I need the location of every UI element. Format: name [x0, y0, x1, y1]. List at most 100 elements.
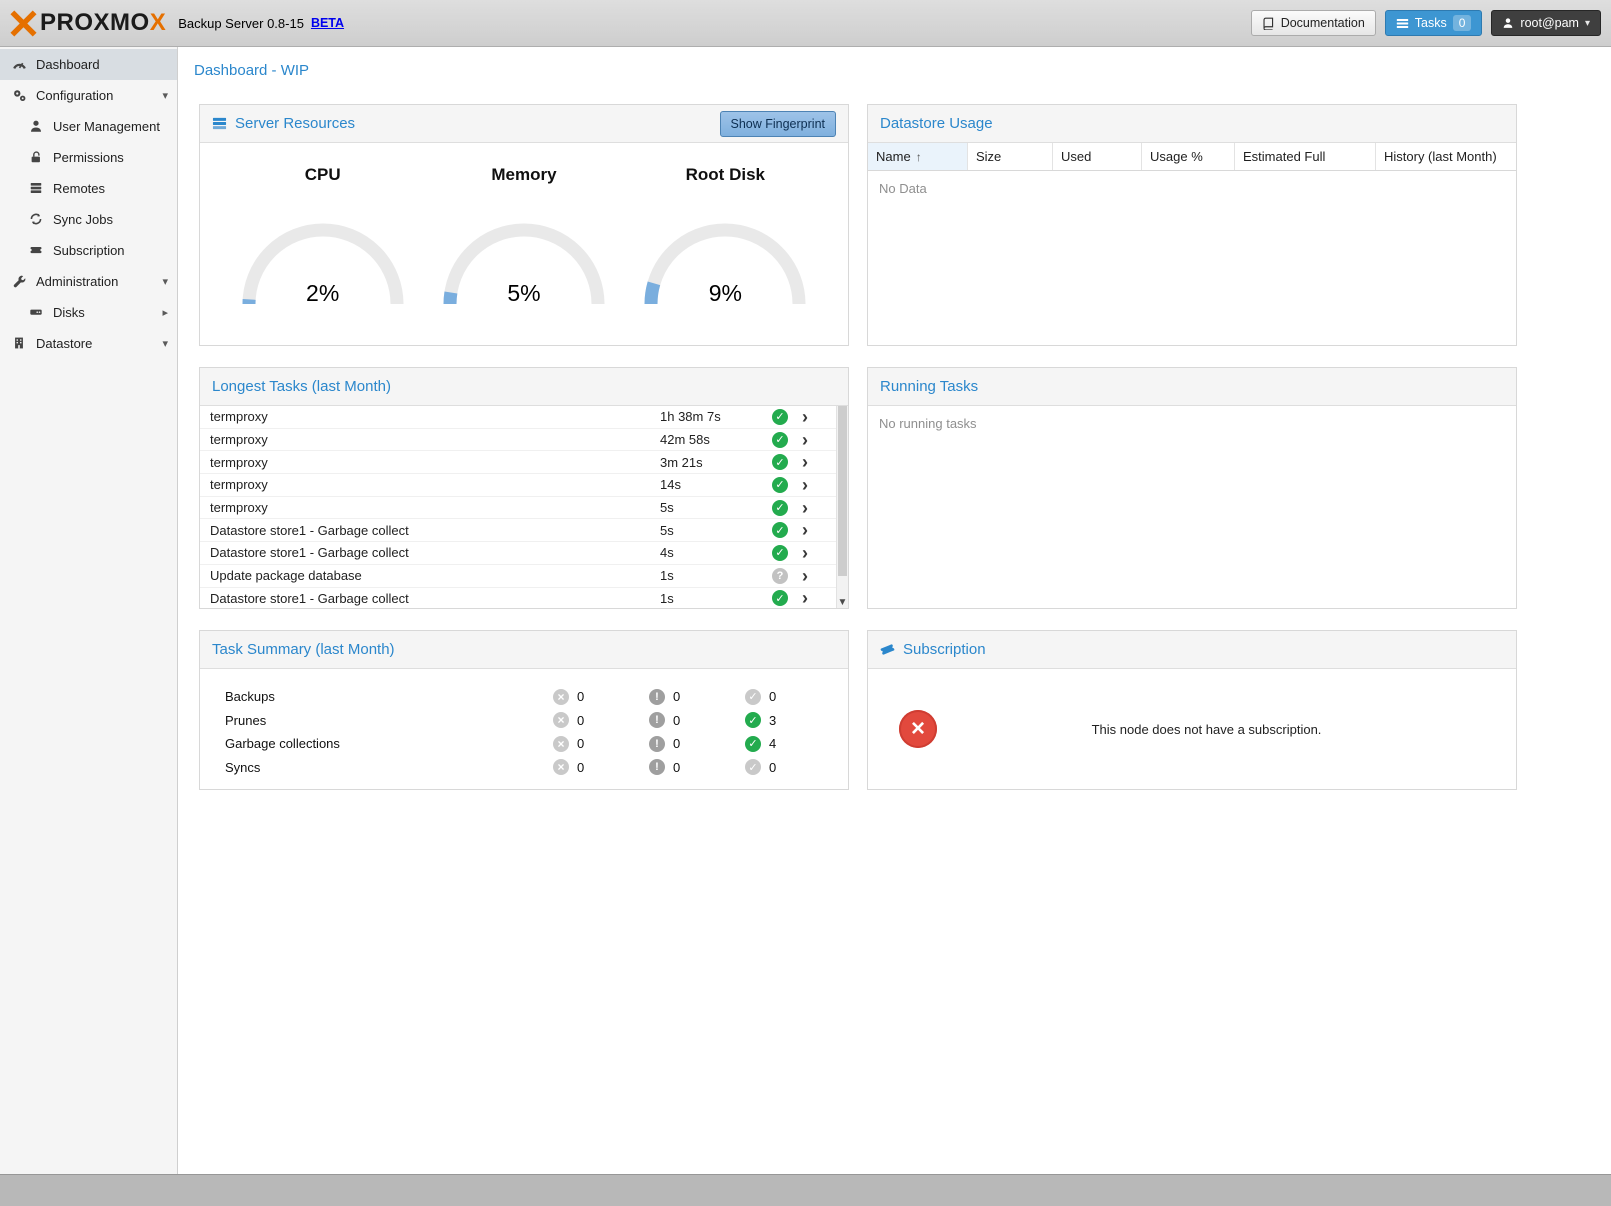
- dashboard-icon: [12, 57, 27, 72]
- status-unknown-icon: [772, 568, 788, 584]
- chevron-right-icon[interactable]: ›: [802, 476, 836, 494]
- task-summary-body: Backups 0 0 0 Prunes 0 0 3 Garbage c: [200, 669, 848, 779]
- server-resources-panel: Server Resources Show Fingerprint CPU: [199, 104, 849, 346]
- sidebar-item-administration[interactable]: Administration ▾: [0, 266, 177, 297]
- sidebar-item-sync-jobs[interactable]: Sync Jobs: [0, 204, 177, 235]
- task-row[interactable]: Datastore store1 - Garbage collect 1s ›: [200, 588, 836, 609]
- longest-tasks-body: termproxy 1h 38m 7s › termproxy 42m 58s …: [200, 406, 848, 608]
- column-header-used[interactable]: Used: [1053, 143, 1142, 170]
- building-icon: [12, 336, 27, 351]
- sidebar-item-subscription[interactable]: Subscription: [0, 235, 177, 266]
- subscription-panel: Subscription × This node does not have a…: [867, 630, 1517, 790]
- longest-tasks-header: Longest Tasks (last Month): [200, 368, 848, 406]
- warning-count-icon: [649, 712, 665, 728]
- status-ok-icon: [772, 454, 788, 470]
- sidebar-item-permissions[interactable]: Permissions: [0, 142, 177, 173]
- task-row[interactable]: Datastore store1 - Garbage collect 4s ›: [200, 542, 836, 565]
- column-header-usage-pct[interactable]: Usage %: [1142, 143, 1235, 170]
- subscription-body: × This node does not have a subscription…: [868, 669, 1516, 789]
- chevron-right-icon[interactable]: ›: [802, 544, 836, 562]
- longest-tasks-panel: Longest Tasks (last Month) termproxy 1h …: [199, 367, 849, 609]
- summary-row-prunes: Prunes 0 0 3: [225, 709, 848, 733]
- chevron-right-icon[interactable]: ›: [802, 589, 836, 607]
- sidebar-item-user-management[interactable]: User Management: [0, 111, 177, 142]
- column-header-name[interactable]: Name ↑: [868, 143, 968, 170]
- sidebar-item-remotes[interactable]: Remotes: [0, 173, 177, 204]
- error-count-icon: [553, 736, 569, 752]
- task-summary-panel: Task Summary (last Month) Backups 0 0 0 …: [199, 630, 849, 790]
- dashboard-grid: Server Resources Show Fingerprint CPU: [178, 90, 1611, 790]
- scrollbar-down-arrow[interactable]: ▼: [837, 597, 848, 608]
- main-content: Dashboard - WIP Server Resources: [178, 47, 1611, 1174]
- user-menu-button[interactable]: root@pam ▾: [1491, 10, 1601, 36]
- wrench-icon: [12, 274, 27, 289]
- documentation-button[interactable]: Documentation: [1251, 10, 1376, 36]
- summary-row-syncs: Syncs 0 0 0: [225, 756, 848, 780]
- status-ok-icon: [772, 477, 788, 493]
- no-subscription-icon: ×: [899, 710, 937, 748]
- scrollbar[interactable]: ▼: [836, 406, 848, 608]
- sidebar-item-disks[interactable]: Disks ▸: [0, 297, 177, 328]
- sidebar: Dashboard Configuration ▾: [0, 47, 178, 1174]
- subscription-message: This node does not have a subscription.: [937, 722, 1516, 737]
- error-count-icon: [553, 759, 569, 775]
- chevron-down-icon: ▾: [1585, 18, 1590, 29]
- task-row[interactable]: Update package database 1s ›: [200, 565, 836, 588]
- status-ok-icon: [772, 500, 788, 516]
- chevron-right-icon[interactable]: ›: [802, 408, 836, 426]
- server-resources-icon: [212, 116, 227, 131]
- task-row[interactable]: termproxy 1h 38m 7s ›: [200, 406, 836, 429]
- status-ok-icon: [772, 522, 788, 538]
- gauges-row: CPU 2% Memory: [200, 143, 848, 345]
- chevron-right-icon[interactable]: ›: [802, 431, 836, 449]
- server-resources-header: Server Resources Show Fingerprint: [200, 105, 848, 143]
- datastore-empty-text: No Data: [868, 171, 1516, 206]
- chevron-right-icon[interactable]: ›: [802, 567, 836, 585]
- sidebar-item-dashboard[interactable]: Dashboard: [0, 49, 177, 80]
- sort-ascending-icon: ↑: [916, 150, 922, 164]
- subscription-ticket-icon: [880, 642, 895, 657]
- chevron-down-icon[interactable]: ▾: [162, 275, 168, 288]
- column-header-size[interactable]: Size: [968, 143, 1053, 170]
- task-row[interactable]: termproxy 5s ›: [200, 497, 836, 520]
- show-fingerprint-button[interactable]: Show Fingerprint: [720, 111, 837, 137]
- summary-row-backups: Backups 0 0 0: [225, 685, 848, 709]
- column-header-estimated-full[interactable]: Estimated Full: [1235, 143, 1376, 170]
- brand-wordmark: PROXMOX: [40, 9, 166, 37]
- ok-count-icon: [745, 712, 761, 728]
- beta-link[interactable]: BETA: [311, 16, 344, 30]
- warning-count-icon: [649, 759, 665, 775]
- running-tasks-header: Running Tasks: [868, 368, 1516, 406]
- task-row[interactable]: termproxy 14s ›: [200, 474, 836, 497]
- hdd-icon: [29, 305, 44, 320]
- chevron-right-icon[interactable]: ›: [802, 521, 836, 539]
- chevron-right-icon[interactable]: ▸: [162, 306, 168, 319]
- task-row[interactable]: Datastore store1 - Garbage collect 5s ›: [200, 519, 836, 542]
- memory-gauge-value: 5%: [434, 280, 614, 307]
- datastore-usage-panel: Datastore Usage Name ↑ Size Used Usage %…: [867, 104, 1517, 346]
- chevron-right-icon[interactable]: ›: [802, 499, 836, 517]
- user-icon: [1502, 17, 1514, 29]
- proxmox-x-icon: [10, 10, 37, 37]
- ok-count-icon: [745, 689, 761, 705]
- scrollbar-thumb[interactable]: [838, 406, 847, 576]
- ticket-icon: [29, 243, 44, 258]
- main-layout: Dashboard Configuration ▾: [0, 47, 1611, 1174]
- column-header-history[interactable]: History (last Month): [1376, 143, 1516, 170]
- running-tasks-panel: Running Tasks No running tasks: [867, 367, 1517, 609]
- cpu-gauge: CPU 2%: [230, 143, 416, 345]
- task-row[interactable]: termproxy 42m 58s ›: [200, 429, 836, 452]
- chevron-down-icon[interactable]: ▾: [162, 89, 168, 102]
- page-header: Dashboard - WIP: [178, 47, 1611, 90]
- page-title: Dashboard - WIP: [194, 62, 309, 79]
- task-row[interactable]: termproxy 3m 21s ›: [200, 451, 836, 474]
- status-ok-icon: [772, 432, 788, 448]
- sidebar-item-configuration[interactable]: Configuration ▾: [0, 80, 177, 111]
- chevron-down-icon[interactable]: ▾: [162, 337, 168, 350]
- tasks-button[interactable]: Tasks 0: [1385, 10, 1483, 36]
- cpu-gauge-value: 2%: [233, 280, 413, 307]
- chevron-right-icon[interactable]: ›: [802, 453, 836, 471]
- sidebar-item-datastore[interactable]: Datastore ▾: [0, 328, 177, 359]
- warning-count-icon: [649, 736, 665, 752]
- subscription-header: Subscription: [868, 631, 1516, 669]
